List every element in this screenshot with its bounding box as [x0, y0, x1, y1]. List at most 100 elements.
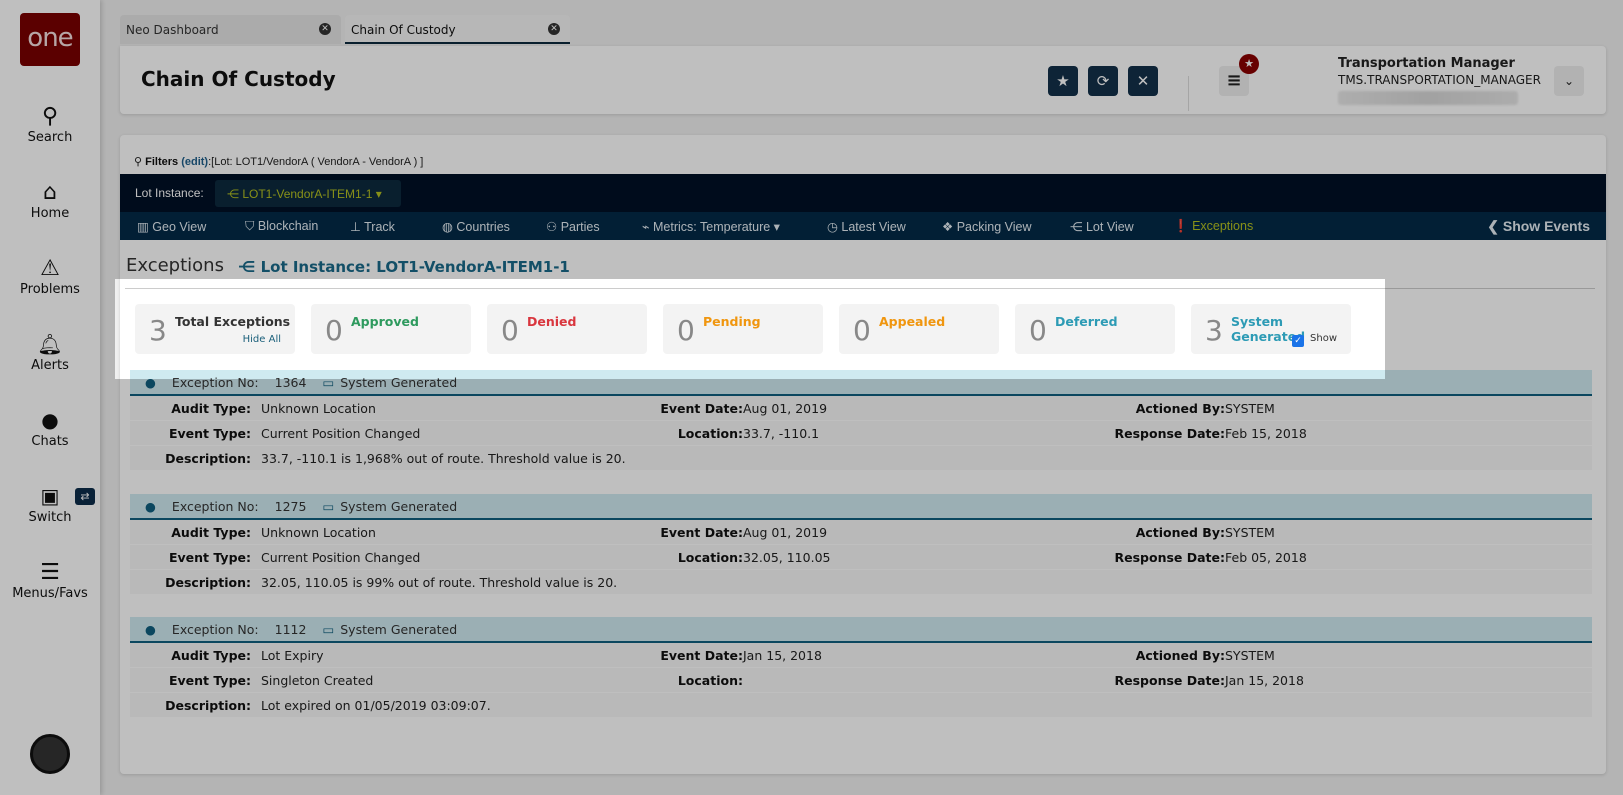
share-icon: ⋲	[1070, 220, 1083, 234]
show-checkbox[interactable]: ✓ Show	[1292, 333, 1337, 347]
sidebar-item-search[interactable]: ⚲ Search	[0, 104, 100, 145]
nav-track[interactable]: ⊥ Track	[350, 219, 395, 234]
nav-label: Parties	[560, 220, 600, 234]
exception-row: Event Type: Current Position Changed Locat…	[130, 421, 1592, 446]
chat-icon: ●	[41, 408, 59, 432]
sidebar-item-home[interactable]: ⌂ Home	[0, 180, 100, 221]
sidebar-item-chats[interactable]: ● Chats	[0, 408, 100, 449]
exception-item: ● Exception No: 1364 ▭ System Generated Audi…	[130, 370, 1592, 471]
info-icon: ●	[145, 375, 156, 390]
clock-icon: ◷	[827, 220, 838, 234]
lot-instance-dropdown[interactable]: ⋲ LOT1-VendorA-ITEM1-1 ▾	[215, 180, 401, 207]
exception-row: Audit Type: Unknown Location Event Date: Au…	[130, 520, 1592, 545]
card-count: 0	[853, 314, 871, 347]
filters-edit-link[interactable]: (edit)	[181, 156, 208, 168]
nav-label: Blockchain	[257, 219, 319, 233]
event_type-label: Event Type:	[168, 426, 251, 441]
one-logo[interactable]: one	[20, 13, 80, 66]
view-nav: ❮ Show Events ▥ Geo View ⛉ Blockchain ⊥ Tr…	[120, 212, 1606, 240]
page-title: Chain Of Custody	[141, 67, 336, 91]
nav-packing-view[interactable]: ❖ Packing View	[942, 219, 1032, 234]
show-events-label: Show Events	[1502, 218, 1590, 234]
sidebar-item-label: Home	[30, 206, 70, 221]
summary-card-approved[interactable]: 0 Approved	[311, 304, 471, 354]
refresh-button[interactable]: ⟳	[1088, 66, 1118, 96]
tab-label: Chain Of Custody	[351, 23, 456, 37]
actioned-label: Actioned By:	[1135, 525, 1225, 540]
tab-neo-dashboard[interactable]: Neo Dashboard ✕	[120, 15, 341, 44]
location-value: 32.05, 110.05	[743, 550, 831, 565]
nav-label: Geo View	[152, 220, 207, 234]
close-button[interactable]: ✕	[1128, 66, 1158, 96]
user-menu-button[interactable]: ⌄	[1554, 66, 1584, 96]
lot-instance-link[interactable]: ⋲ Lot Instance: LOT1-VendorA-ITEM1-1	[238, 258, 570, 276]
summary-card-denied[interactable]: 0 Denied	[487, 304, 647, 354]
info-icon: ●	[145, 499, 156, 514]
event_type-value: Current Position Changed	[261, 550, 421, 565]
filters-text: :[Lot: LOT1/VendorA ( VendorA - VendorA …	[208, 156, 424, 168]
nav-blockchain[interactable]: ⛉ Blockchain	[245, 219, 318, 234]
exception-no: 1275	[274, 499, 307, 514]
sidebar: one ⚲ Search ⌂ Home ⚠ Problems 🔔︎ Alerts ● Ch…	[0, 0, 100, 795]
summary-card-total-exceptions[interactable]: 3 Total Exceptions Hide All	[135, 304, 295, 354]
users-icon: ⚇	[546, 220, 558, 234]
switch-badge-icon[interactable]: ⇄	[75, 488, 95, 505]
section-heading: Exceptions	[126, 255, 224, 276]
summary-card-system-generated[interactable]: 3 System Generated ✓ Show	[1191, 304, 1351, 354]
exception-item: ● Exception No: 1275 ▭ System Generated Audi…	[130, 494, 1592, 595]
description-value: 33.7, -110.1 is 1,968% out of route. Thr…	[261, 451, 626, 466]
card-count: 3	[1205, 314, 1223, 347]
chart-icon: ⌁	[642, 220, 650, 234]
location-value: 33.7, -110.1	[743, 426, 820, 441]
nav-countries[interactable]: ◍ Countries	[442, 219, 510, 234]
favorite-button[interactable]: ★	[1048, 66, 1078, 96]
summary-card-appealed[interactable]: 0 Appealed	[839, 304, 999, 354]
summary-card-deferred[interactable]: 0 Deferred	[1015, 304, 1175, 354]
sidebar-item-label: Switch	[28, 510, 72, 525]
nav-metrics-temperature[interactable]: ⌁ Metrics: Temperature ▾	[642, 219, 780, 234]
audit-value: Lot Expiry	[261, 648, 324, 663]
exception-header[interactable]: ● Exception No: 1112 ▭ System Generated	[130, 617, 1592, 643]
sidebar-item-problems[interactable]: ⚠ Problems	[0, 256, 100, 297]
hide-all-link[interactable]: Hide All	[243, 334, 281, 345]
page-header: Chain Of Custody ★ ⟳ ✕ ≡ ★ Transportatio…	[120, 46, 1606, 114]
exception-no-label: Exception No:	[171, 622, 259, 637]
nav-exceptions[interactable]: ❗ Exceptions	[1173, 219, 1253, 234]
nav-label: Exceptions	[1192, 219, 1254, 233]
sidebar-item-menus-favs[interactable]: ☰ Menus/Favs	[0, 560, 100, 601]
audit-value: Unknown Location	[261, 401, 376, 416]
exception-header[interactable]: ● Exception No: 1275 ▭ System Generated	[130, 494, 1592, 520]
actioned-value: SYSTEM	[1225, 648, 1275, 663]
audit-label: Audit Type:	[171, 525, 251, 540]
nav-label: Metrics: Temperature ▾	[653, 220, 780, 234]
close-tab-icon[interactable]: ✕	[548, 23, 560, 35]
tab-chain-of-custody[interactable]: Chain Of Custody ✕	[345, 15, 570, 44]
sidebar-item-label: Search	[27, 130, 73, 145]
exception-header[interactable]: ● Exception No: 1364 ▭ System Generated	[130, 370, 1592, 396]
card-count: 0	[677, 314, 695, 347]
chevron-down-icon: ⌄	[1563, 74, 1575, 88]
globe-icon: ◍	[442, 220, 453, 234]
main-panel: ⚲ Filters (edit):[Lot: LOT1/VendorA ( Ve…	[120, 135, 1606, 774]
bell-icon: 🔔︎	[37, 332, 63, 356]
close-tab-icon[interactable]: ✕	[319, 23, 331, 35]
nav-latest-view[interactable]: ◷ Latest View	[827, 219, 906, 234]
shield-icon: ⛉	[245, 219, 255, 233]
nav-label: Track	[364, 220, 395, 234]
show-events-button[interactable]: ❮ Show Events	[1487, 218, 1590, 235]
nav-parties[interactable]: ⚇ Parties	[546, 219, 600, 234]
event_date-value: Aug 01, 2019	[743, 401, 828, 416]
nav-lot-view[interactable]: ⋲ Lot View	[1070, 219, 1134, 234]
summary-card-pending[interactable]: 0 Pending	[663, 304, 823, 354]
event_type-value: Current Position Changed	[261, 426, 421, 441]
sidebar-item-alerts[interactable]: 🔔︎ Alerts	[0, 332, 100, 373]
user-avatar[interactable]	[30, 734, 70, 774]
nav-label: Countries	[456, 220, 510, 234]
description-label: Description:	[165, 575, 251, 590]
event_date-value: Aug 01, 2019	[743, 525, 828, 540]
event_type-label: Event Type:	[168, 550, 251, 565]
hamburger-icon: ☰	[40, 560, 60, 585]
description-value: 32.05, 110.05 is 99% out of route. Thres…	[261, 575, 618, 590]
nav-geo-view[interactable]: ▥ Geo View	[137, 219, 206, 234]
divider	[125, 288, 1595, 289]
